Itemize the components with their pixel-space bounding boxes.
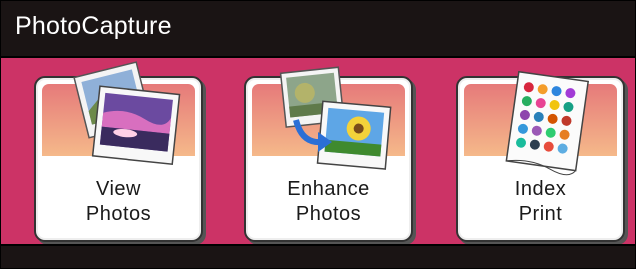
photocapture-screen: PhotoCapture View Photos Enhance Photos …	[0, 0, 636, 269]
view-photos-label-line2: Photos	[85, 203, 152, 225]
title-bar: PhotoCapture	[1, 1, 635, 58]
bottom-bar	[1, 244, 635, 268]
index-print-button[interactable]: Index Print	[456, 70, 625, 242]
page-title: PhotoCapture	[15, 12, 172, 40]
enhance-photos-button[interactable]: Enhance Photos	[244, 66, 413, 242]
index-print-label-line1: Index	[514, 178, 567, 200]
index-print-label-line2: Print	[518, 203, 563, 225]
view-photos-label-line1: View	[96, 178, 141, 200]
view-photos-button[interactable]: View Photos	[34, 61, 203, 242]
enhance-photos-label-line1: Enhance	[287, 178, 370, 200]
enhance-photos-label-line2: Photos	[295, 203, 362, 225]
index-sheet-icon	[505, 70, 590, 176]
enhance-photo-icon	[279, 66, 392, 170]
photos-stack-icon	[73, 61, 181, 166]
